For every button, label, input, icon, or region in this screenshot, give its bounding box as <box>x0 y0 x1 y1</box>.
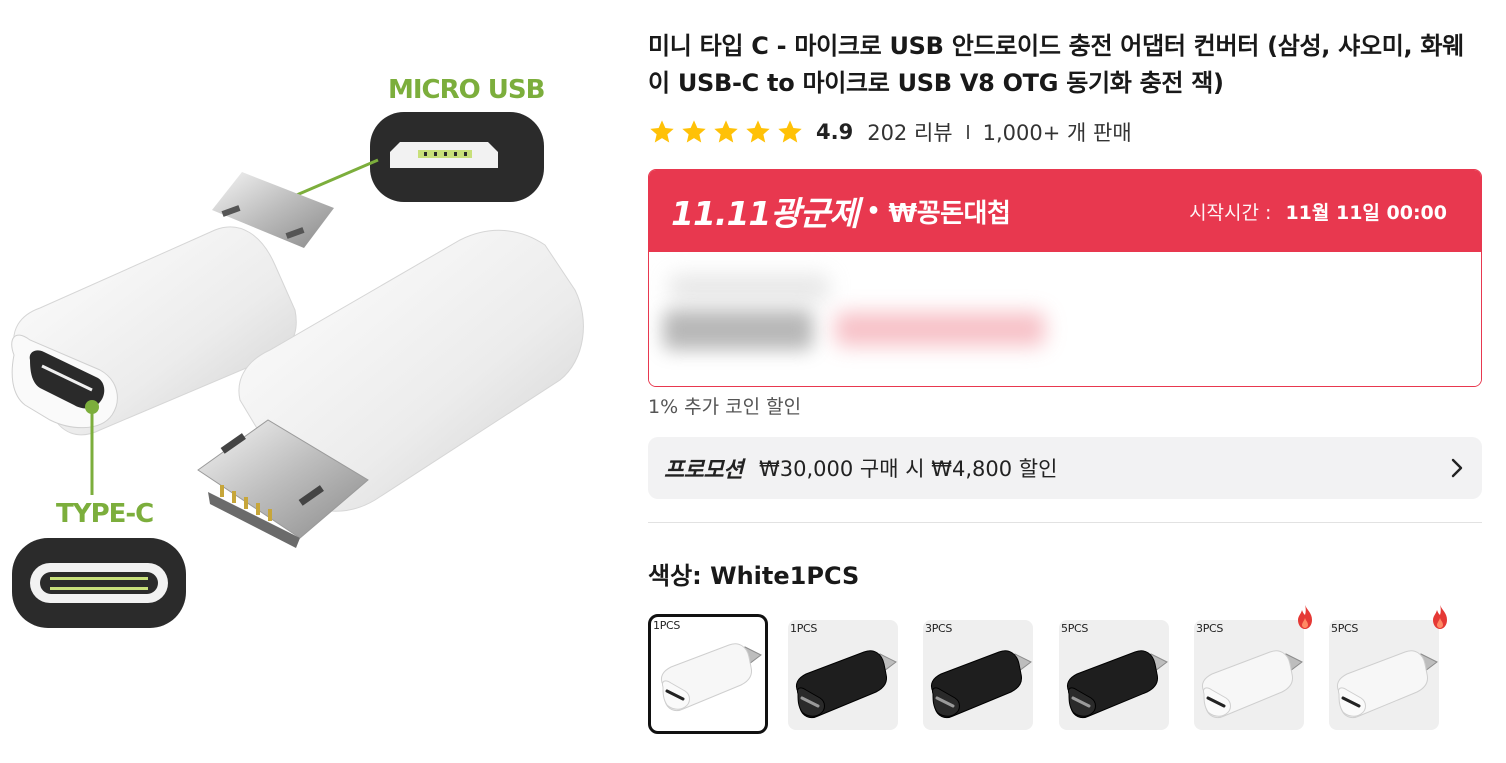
swatch-pack-label: 5PCS <box>1331 622 1359 635</box>
color-label-prefix: 색상: <box>648 562 702 590</box>
rating-row[interactable]: 4.9 202 리뷰 1,000+ 개 판매 <box>648 116 1132 148</box>
coin-discount-note: 1% 추가 코인 할인 <box>648 396 802 418</box>
adapter-thumbnail-icon <box>795 650 897 719</box>
promo-start-time: 시작시간 : 11월 11일 00:00 <box>1189 198 1447 225</box>
micro-usb-label: MICRO USB <box>388 75 544 105</box>
rating-value: 4.9 <box>816 120 854 144</box>
promo-logo-main: 11.11광군제 <box>671 194 859 233</box>
promo-logo-dot: • <box>866 198 881 224</box>
hot-fire-icon <box>1433 605 1447 629</box>
type-c-label: TYPE-C <box>56 499 153 529</box>
promo-price-box: 11.11광군제 • ₩꽁돈대첩 시작시간 : 11월 11일 00:00 <box>648 169 1482 387</box>
color-swatch[interactable]: 5PCS <box>1329 605 1449 734</box>
color-swatch[interactable]: 3PCS <box>1194 605 1314 734</box>
divider <box>648 522 1482 523</box>
promo-logo-sub: ₩꽁돈대첩 <box>888 198 1011 229</box>
separator <box>966 125 969 139</box>
swatch-pack-label: 3PCS <box>1196 622 1224 635</box>
swatch-pack-label: 5PCS <box>1061 622 1089 635</box>
product-title: 미니 타입 C - 마이크로 USB 안드로이드 충전 어댑터 컨버터 (삼성,… <box>648 32 1464 97</box>
color-swatch[interactable]: 1PCS <box>788 614 908 734</box>
promo-banner: 11.11광군제 • ₩꽁돈대첩 시작시간 : 11월 11일 00:00 <box>649 170 1481 252</box>
price-area-blurred <box>649 252 1481 386</box>
swatch-pack-label: 1PCS <box>790 622 818 635</box>
promo-start-label: 시작시간 : <box>1189 201 1272 224</box>
color-swatch[interactable]: 5PCS <box>1059 614 1179 734</box>
hot-fire-icon <box>1298 605 1312 629</box>
color-selected-value: White1PCS <box>710 562 860 590</box>
swatch-pack-label: 1PCS <box>653 619 681 632</box>
star-icon <box>682 120 706 143</box>
adapter-thumbnail-icon <box>1201 650 1303 719</box>
star-icon <box>714 120 738 143</box>
blurred-original-price <box>835 312 1045 346</box>
swatch-pack-label: 3PCS <box>925 622 953 635</box>
star-icon <box>778 120 802 143</box>
adapter-thumbnail-icon <box>660 643 762 712</box>
swatch-thumbnail: 5PCS <box>1329 620 1439 730</box>
promotion-text: ₩30,000 구매 시 ₩4,800 할인 <box>758 457 1058 481</box>
promotion-label: 프로모션 <box>664 458 743 483</box>
color-swatch[interactable]: 1PCS <box>648 614 768 734</box>
rating-stars <box>648 118 804 146</box>
promo-logo: 11.11광군제 • ₩꽁돈대첩 <box>671 187 1011 235</box>
star-icon <box>650 120 674 143</box>
adapter-thumbnail-icon <box>930 650 1032 719</box>
review-count[interactable]: 202 리뷰 <box>867 117 952 147</box>
color-option-label: 색상: White1PCS <box>648 556 859 591</box>
swatch-thumbnail: 3PCS <box>923 620 1033 730</box>
promo-start-value: 11월 11일 00:00 <box>1285 201 1447 224</box>
adapter-thumbnail-icon <box>1066 650 1168 719</box>
blurred-price <box>663 310 813 350</box>
blurred-text <box>669 274 829 302</box>
promotion-row[interactable]: 프로모션 ₩30,000 구매 시 ₩4,800 할인 <box>648 437 1482 499</box>
swatch-thumbnail: 5PCS <box>1059 620 1169 730</box>
product-main-image[interactable]: MICRO USB TYPE-C <box>0 60 600 640</box>
swatch-thumbnail: 1PCS <box>648 614 768 734</box>
adapter-thumbnail-icon <box>1336 650 1438 719</box>
sales-count: 1,000+ 개 판매 <box>982 121 1132 145</box>
swatch-thumbnail: 3PCS <box>1194 620 1304 730</box>
swatch-thumbnail: 1PCS <box>788 620 898 730</box>
color-swatch[interactable]: 3PCS <box>923 614 1043 734</box>
chevron-right-icon <box>1451 458 1463 478</box>
star-icon <box>746 120 770 143</box>
